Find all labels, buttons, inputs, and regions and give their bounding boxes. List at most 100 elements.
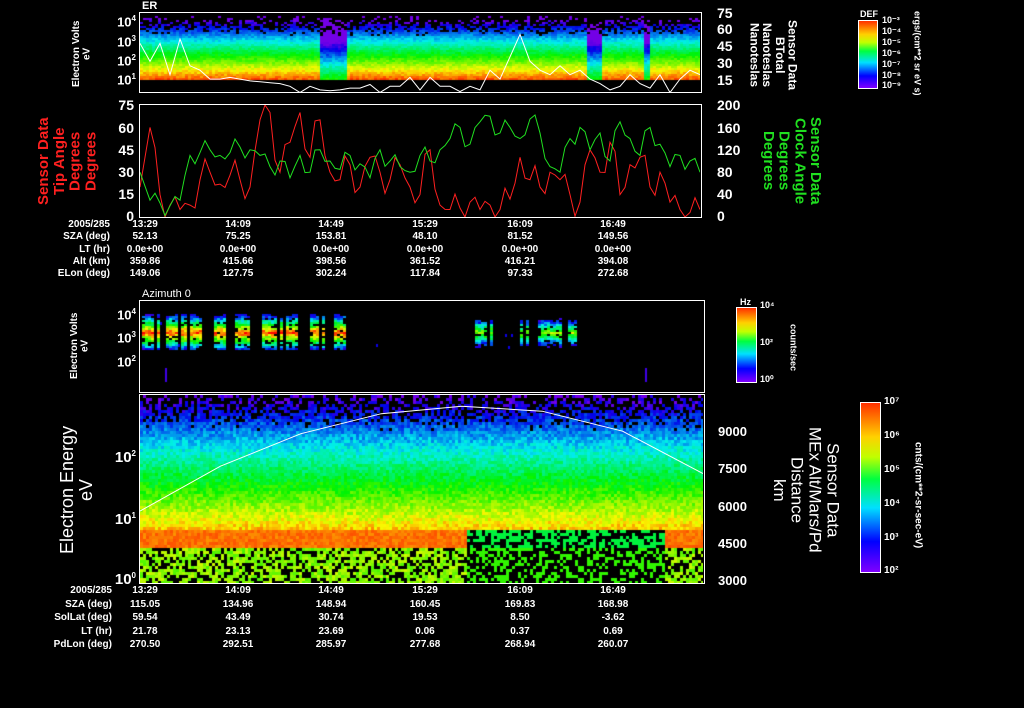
panel4-frame (139, 394, 705, 584)
table-cell: 134.96 (222, 598, 254, 610)
axis-tick-label: 10⁻⁴ (882, 26, 902, 36)
table-cell: 0.06 (415, 625, 435, 637)
label-line: BTotal (772, 36, 787, 74)
axis-tick-label: 102 (117, 354, 136, 369)
axis-tick-label: 60 (118, 120, 134, 136)
table-row: SZA (deg) 115.05 134.96 148.94 160.45 169.83 1… (0, 599, 700, 611)
row-label: LT (hr) (81, 625, 112, 637)
table-cell: 302.24 (315, 268, 347, 280)
table-cell: 115.05 (129, 598, 161, 610)
table-cell: 19.53 (412, 612, 438, 623)
table-cell: 0.0e+00 (219, 243, 257, 255)
panel1-frame (139, 12, 702, 93)
tick-base: 10 (117, 53, 132, 69)
tick-base: 10 (117, 14, 132, 30)
label-line: Degrees (759, 131, 777, 191)
table-row: 2005/285 13:29 14:09 14:49 15:29 16:09 16:49 (0, 585, 700, 597)
row-label: 2005/285 (70, 585, 112, 596)
axis-tick-label: 30 (717, 55, 733, 71)
row-label: ELon (deg) (57, 268, 110, 280)
table-cell: 75.25 (225, 231, 251, 243)
label-line: Nanoteslas (747, 22, 762, 88)
table-cell: 14:09 (225, 585, 251, 596)
tick-exponent: 3 (131, 34, 136, 43)
colorbar3-title: Hz (740, 297, 751, 307)
axis-tick-label: 104 (117, 307, 136, 322)
table-cell: 48.10 (412, 231, 438, 243)
label-line: Degrees (82, 131, 100, 191)
panel3-ylabel: Electron Volts eV (69, 300, 91, 392)
table-row: ELon (deg) 149.06 127.75 302.24 117.84 97.33 2… (0, 268, 700, 280)
axis-tick-label: 10⁻⁷ (882, 59, 901, 69)
tick-base: 10 (114, 449, 132, 466)
axis-tick-label: 10⁻³ (882, 15, 900, 25)
tick-exponent: 3 (131, 330, 136, 339)
axis-tick-label: 9000 (718, 424, 747, 439)
axis-tick-label: 60 (717, 21, 733, 37)
table-cell: 59.54 (132, 612, 158, 623)
axis-tick-label: 10³ (884, 532, 899, 543)
axis-tick-label: 15 (717, 72, 733, 88)
table-cell: 81.52 (507, 231, 533, 243)
panel1-title: ER (142, 0, 158, 12)
colorbar1 (858, 20, 878, 89)
axis-tick-label: 101 (117, 72, 136, 87)
table-cell: 285.97 (315, 639, 347, 650)
ylabel-line: eV (79, 339, 91, 353)
label-line: MEx Alt/Mars/Pd (805, 427, 825, 553)
row-label: 2005/285 (68, 219, 110, 230)
label-line: Sensor Data (785, 19, 800, 91)
panel3-frame (139, 300, 705, 393)
table-cell: 169.83 (504, 598, 536, 610)
axis-tick-label: 10⁷ (884, 396, 900, 407)
label-line: Degrees (66, 131, 84, 191)
table-cell: 127.75 (222, 268, 254, 280)
ylabel-line: Electron Energy (57, 425, 77, 555)
tick-exponent: 1 (131, 72, 136, 81)
tick-exponent: 2 (131, 449, 136, 458)
table-cell: 149.56 (597, 231, 629, 243)
tick-base: 10 (117, 34, 132, 50)
axis-tick-label: 10⁻⁹ (882, 80, 902, 90)
row-label: PdLon (deg) (53, 639, 112, 650)
axis-tick-label: 103 (117, 34, 136, 49)
label-line: Tip Angle (50, 127, 68, 195)
tick-base: 10 (117, 330, 132, 346)
table-cell: 277.68 (409, 639, 441, 650)
table-cell: 16:09 (507, 219, 533, 230)
label-line: km (769, 478, 789, 502)
ylabel-line: eV (81, 47, 93, 61)
table-cell: 0.0e+00 (501, 243, 539, 255)
axis-tick-label: 200 (717, 97, 741, 113)
axis-tick-label: 45 (717, 38, 733, 54)
panel2-frame (139, 104, 702, 218)
table-cell: 168.98 (597, 598, 629, 610)
tick-exponent: 0 (131, 571, 136, 580)
clock-angle-label: Sensor Data Clock Angle Degrees Degrees (759, 104, 824, 218)
axis-tick-label: 101 (115, 511, 136, 528)
tick-exponent: 2 (131, 53, 136, 62)
panel3-title: Azimuth 0 (142, 288, 191, 300)
table-cell: 0.0e+00 (406, 243, 444, 255)
axis-tick-label: 102 (115, 449, 136, 466)
table-cell: 16:09 (507, 585, 533, 596)
row-label: SZA (deg) (63, 231, 110, 243)
axis-tick-label: 10⁻⁶ (882, 48, 901, 58)
table-cell: 260.07 (597, 639, 629, 650)
table-cell: 52.13 (132, 231, 158, 243)
table-cell: 416.21 (504, 255, 536, 267)
table-cell: -3.62 (601, 612, 625, 623)
colorbar3-units: counts/sec (788, 324, 799, 372)
label-line: Sensor Data (823, 442, 843, 538)
axis-tick-label: 3000 (718, 573, 747, 588)
axis-tick-label: 102 (117, 53, 136, 68)
panel1-ylabel: Electron Volts eV (71, 14, 93, 94)
table-row: LT (hr) 21.78 23.13 23.69 0.06 0.37 0.69 (0, 626, 700, 638)
label-line: Clock Angle (791, 117, 809, 205)
axis-tick-label: 45 (118, 142, 134, 158)
label-line: Degrees (775, 131, 793, 191)
tick-base: 10 (114, 511, 132, 528)
table-cell: 13:29 (132, 219, 158, 230)
row-label: SZA (deg) (65, 598, 112, 610)
table-row: SolLat (deg) 59.54 43.49 30.74 19.53 8.50 -3.6… (0, 612, 700, 624)
